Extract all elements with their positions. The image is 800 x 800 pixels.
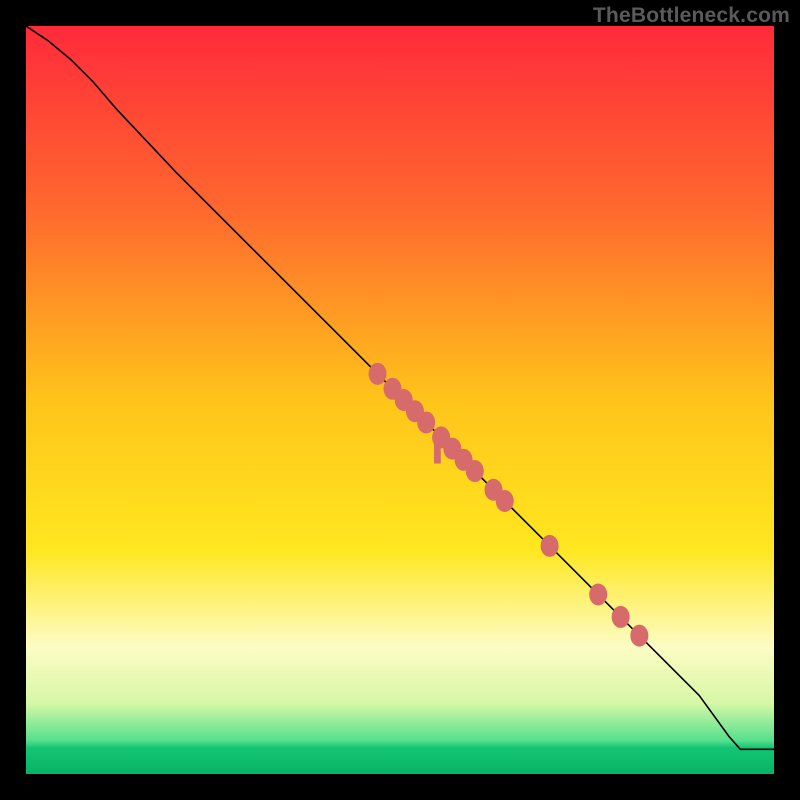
plot-area: [26, 26, 774, 774]
data-marker: [541, 535, 559, 557]
data-marker: [630, 625, 648, 647]
data-marker: [466, 460, 484, 482]
data-marker: [369, 363, 387, 385]
data-marker: [417, 411, 435, 433]
chart-svg: [26, 26, 774, 774]
data-marker: [589, 583, 607, 605]
chart-stage: TheBottleneck.com: [0, 0, 800, 800]
data-marker: [496, 490, 514, 512]
data-marker: [612, 606, 630, 628]
watermark-text: TheBottleneck.com: [593, 4, 790, 28]
